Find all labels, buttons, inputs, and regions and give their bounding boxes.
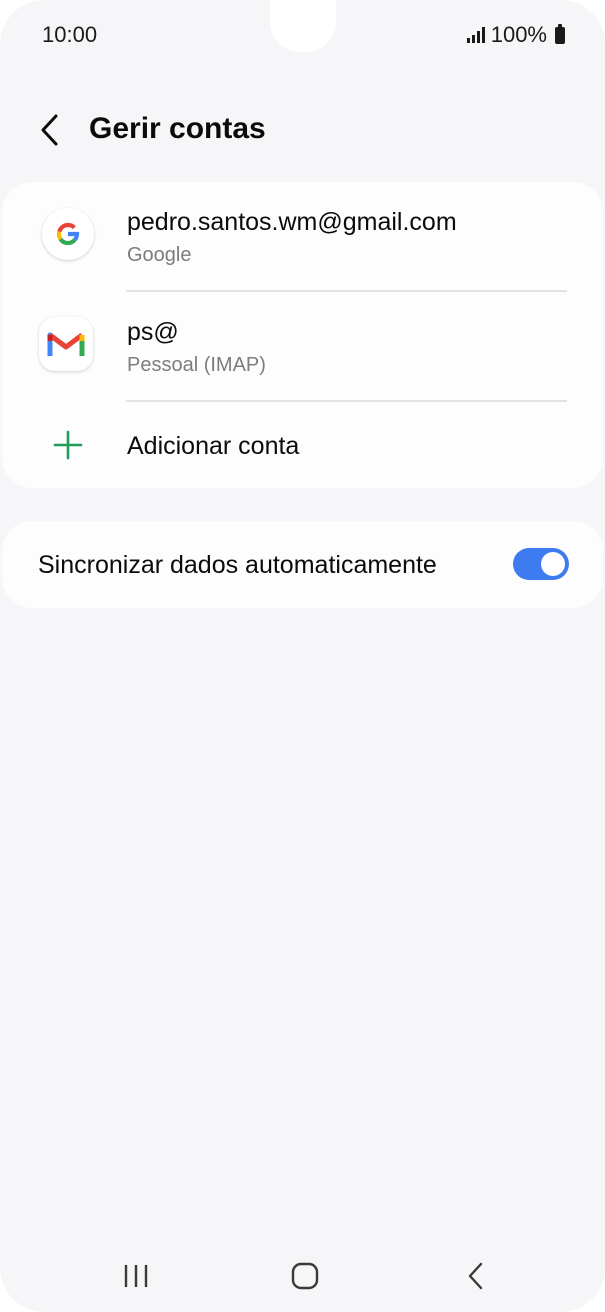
account-row-imap[interactable]: ps@ Pessoal (IMAP) (2, 292, 603, 402)
signal-icon (466, 27, 485, 43)
add-account-button[interactable]: Adicionar conta (2, 402, 603, 488)
add-account-label: Adicionar conta (127, 432, 300, 460)
status-indicators: 100% (466, 22, 565, 48)
google-icon (42, 208, 94, 260)
app-header: Gerir contas (0, 100, 605, 160)
account-email: ps@ (127, 318, 179, 346)
camera-notch (270, 0, 336, 52)
nav-back-button[interactable] (446, 1258, 506, 1294)
status-time: 10:00 (42, 22, 98, 47)
sync-card: Sincronizar dados automaticamente (2, 521, 603, 608)
account-type: Google (127, 244, 192, 266)
toggle-knob (541, 552, 565, 576)
sync-toggle[interactable] (513, 548, 569, 580)
page-title: Gerir contas (89, 112, 266, 145)
back-icon (468, 1262, 483, 1290)
account-email: pedro.santos.wm@gmail.com (127, 208, 457, 236)
home-button[interactable] (275, 1258, 335, 1294)
chevron-left-icon (41, 114, 58, 146)
recent-apps-icon (124, 1265, 148, 1287)
home-icon (291, 1262, 319, 1290)
back-button[interactable] (28, 108, 72, 152)
sync-label: Sincronizar dados automaticamente (38, 551, 437, 579)
phone-screen: 10:00 100% Gerir contas pedro.santos.wm@… (0, 0, 605, 1312)
recent-apps-button[interactable] (106, 1258, 166, 1294)
battery-percentage: 100% (490, 22, 547, 47)
account-type: Pessoal (IMAP) (127, 354, 266, 376)
navigation-bar (0, 1240, 605, 1312)
battery-icon (555, 23, 565, 44)
plus-icon (53, 430, 83, 460)
gmail-icon (39, 317, 93, 371)
accounts-card: pedro.santos.wm@gmail.com Google ps@ Pes… (2, 182, 603, 488)
account-row-google[interactable]: pedro.santos.wm@gmail.com Google (2, 182, 603, 292)
